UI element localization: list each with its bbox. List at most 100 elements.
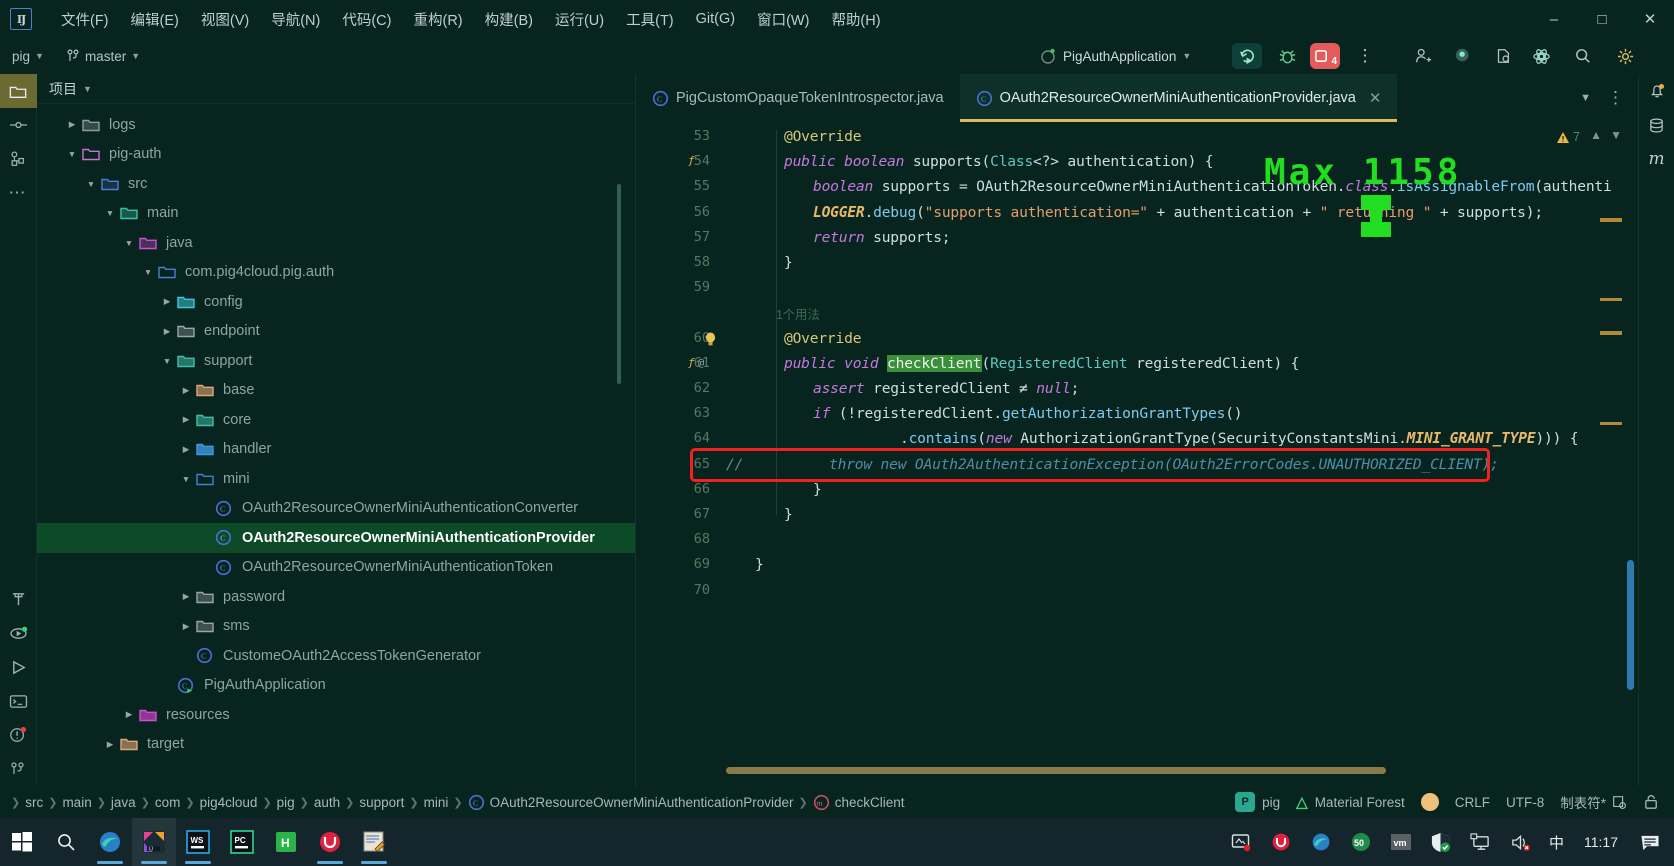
menu-item-5[interactable]: 重构(R) [402, 5, 473, 34]
problems-tool-button[interactable] [0, 718, 37, 752]
breadcrumb-item-3[interactable]: com [153, 795, 183, 810]
rerun-button[interactable] [1232, 43, 1262, 69]
editor-marker[interactable] [1600, 218, 1622, 222]
debug-tool-button[interactable] [0, 616, 37, 650]
override-method-gutter-icon[interactable]: ƒ [688, 154, 695, 167]
editor-tab-1[interactable]: C OAuth2ResourceOwnerMiniAuthenticationPr… [959, 74, 1398, 122]
tree-item-mini[interactable]: ▼ mini [37, 464, 635, 494]
indent-widget[interactable]: 制表符* [1560, 792, 1627, 812]
edge-tray-icon[interactable] [1301, 818, 1341, 866]
breadcrumb-item-9[interactable]: C OAuth2ResourceOwnerMiniAuthenticationPr… [466, 794, 796, 811]
editor-marker[interactable] [1600, 331, 1622, 335]
chevron-right-icon[interactable]: ▶ [119, 709, 139, 720]
code-line[interactable]: public boolean supports(Class<?> authent… [784, 153, 1214, 170]
start-button[interactable] [0, 818, 44, 866]
chevron-right-icon[interactable]: ▶ [176, 591, 196, 602]
more-tool-windows-button[interactable]: ⋯ [0, 176, 37, 210]
settings-sync-button[interactable] [1526, 43, 1556, 69]
search-everywhere-button[interactable] [1568, 43, 1598, 69]
close-tab-icon[interactable]: ✕ [1369, 89, 1382, 107]
breadcrumb-item-8[interactable]: mini [422, 795, 451, 810]
editor-gutter[interactable]: 53 54 ƒ 55 56 57 58 59 60 61 ƒ @62 63 64 65 66 67 68 69 70 [636, 122, 718, 786]
tree-item-target[interactable]: ▶ target [37, 730, 635, 760]
code-line[interactable]: LOGGER.debug("supports authentication=" … [813, 204, 1543, 221]
ime-indicator[interactable]: 中 [1541, 832, 1572, 853]
tree-item-com-pig4cloud-pig-auth[interactable]: ▼ com.pig4cloud.pig.auth [37, 258, 635, 288]
chevron-right-icon[interactable]: ▶ [157, 326, 177, 337]
tree-item-java[interactable]: ▼ java [37, 228, 635, 258]
build-tool-button[interactable] [0, 582, 37, 616]
menu-item-1[interactable]: 编辑(E) [120, 5, 190, 34]
tree-item-oauth2resourceownerminiauthenticationconverter[interactable]: C OAuth2ResourceOwnerMiniAuthenticationCo… [37, 494, 635, 524]
counter-tray-icon[interactable]: 50 [1341, 818, 1381, 866]
chevron-down-icon[interactable]: ▼ [81, 179, 101, 189]
chevron-right-icon[interactable]: ▶ [176, 621, 196, 632]
code-line[interactable]: boolean supports = OAuth2ResourceOwnerMi… [813, 178, 1612, 195]
defender-tray-icon[interactable] [1421, 818, 1461, 866]
tree-item-customeoauth2accesstokengenerator[interactable]: C CustomeOAuth2AccessTokenGenerator [37, 641, 635, 671]
pycharm-button[interactable]: PC [220, 818, 264, 866]
network-tray-icon[interactable] [1461, 818, 1501, 866]
minimize-button[interactable]: – [1530, 0, 1578, 38]
project-selector[interactable]: pig ▼ [12, 49, 44, 64]
account-button[interactable] [1408, 43, 1438, 69]
menu-item-7[interactable]: 运行(U) [544, 5, 615, 34]
editor-marker[interactable] [1600, 422, 1622, 425]
tree-item-logs[interactable]: ▶ logs [37, 110, 635, 140]
maximize-button[interactable]: □ [1578, 0, 1626, 38]
breadcrumb-item-5[interactable]: pig [275, 795, 297, 810]
menu-item-10[interactable]: 窗口(W) [746, 5, 820, 34]
chevron-right-icon[interactable]: ▶ [157, 296, 177, 307]
code-line[interactable]: // throw new OAuth2AuthenticationExcepti… [726, 456, 1499, 473]
tree-item-config[interactable]: ▶ config [37, 287, 635, 317]
notepad-button[interactable] [352, 818, 396, 866]
editor-marker[interactable] [1600, 298, 1622, 301]
search-button[interactable] [44, 818, 88, 866]
tree-item-pigauthapplication[interactable]: C PigAuthApplication [37, 671, 635, 701]
chevron-down-icon[interactable]: ▼ [62, 149, 82, 159]
editor-vertical-scrollbar[interactable] [1627, 560, 1634, 690]
code-line[interactable]: } [784, 254, 793, 271]
line-separator-label[interactable]: CRLF [1455, 795, 1490, 810]
tree-item-sms[interactable]: ▶ sms [37, 612, 635, 642]
breadcrumb-item-2[interactable]: java [109, 795, 138, 810]
volume-tray-icon[interactable] [1501, 818, 1541, 866]
breadcrumb-item-10[interactable]: m checkClient [811, 794, 907, 811]
breadcrumb-item-7[interactable]: support [357, 795, 406, 810]
problems-badge[interactable]: 4 [1310, 43, 1340, 69]
menu-item-0[interactable]: 文件(F) [50, 5, 120, 34]
editor-horizontal-scrollbar[interactable] [726, 767, 1386, 774]
hbuilder-button[interactable]: H [264, 818, 308, 866]
tree-item-main[interactable]: ▼ main [37, 199, 635, 229]
debug-button[interactable] [1272, 43, 1302, 69]
chevron-right-icon[interactable]: ▶ [100, 739, 120, 750]
breadcrumb-item-4[interactable]: pig4cloud [198, 795, 260, 810]
more-actions-button[interactable]: ⋮ [1350, 43, 1380, 69]
commit-tool-button[interactable] [0, 108, 37, 142]
tree-item-password[interactable]: ▶ password [37, 582, 635, 612]
intellij-idea-button[interactable]: IJ [132, 818, 176, 866]
menu-item-3[interactable]: 导航(N) [260, 5, 331, 34]
notification-center-button[interactable] [1630, 818, 1670, 866]
tree-item-endpoint[interactable]: ▶ endpoint [37, 317, 635, 347]
intention-bulb-icon[interactable] [704, 332, 717, 350]
code-line[interactable]: } [755, 556, 764, 573]
code-line[interactable]: return supports; [813, 229, 951, 246]
menu-item-6[interactable]: 构建(B) [474, 5, 544, 34]
scroll-down-arrow-icon[interactable]: ▼ [1610, 128, 1622, 142]
ai-assistant-button[interactable] [1448, 43, 1478, 69]
menu-item-2[interactable]: 视图(V) [190, 5, 260, 34]
run-tool-button[interactable] [0, 650, 37, 684]
code-line[interactable]: @Override [784, 330, 861, 347]
breadcrumb-item-0[interactable]: src [23, 795, 45, 810]
usage-inlay-hint[interactable]: 1个用法 [776, 304, 820, 323]
menu-item-11[interactable]: 帮助(H) [820, 5, 891, 34]
tree-item-support[interactable]: ▼ support [37, 346, 635, 376]
chevron-down-icon[interactable]: ▼ [157, 356, 177, 366]
code-line[interactable]: assert registeredClient ≠ null; [813, 380, 1079, 397]
tree-item-pig-auth[interactable]: ▼ pig-auth [37, 140, 635, 170]
theme-widget[interactable]: △ Material Forest [1296, 793, 1405, 811]
readonly-lock-icon[interactable] [1643, 794, 1660, 811]
tree-item-src[interactable]: ▼ src [37, 169, 635, 199]
chevron-right-icon[interactable]: ▶ [176, 444, 196, 455]
